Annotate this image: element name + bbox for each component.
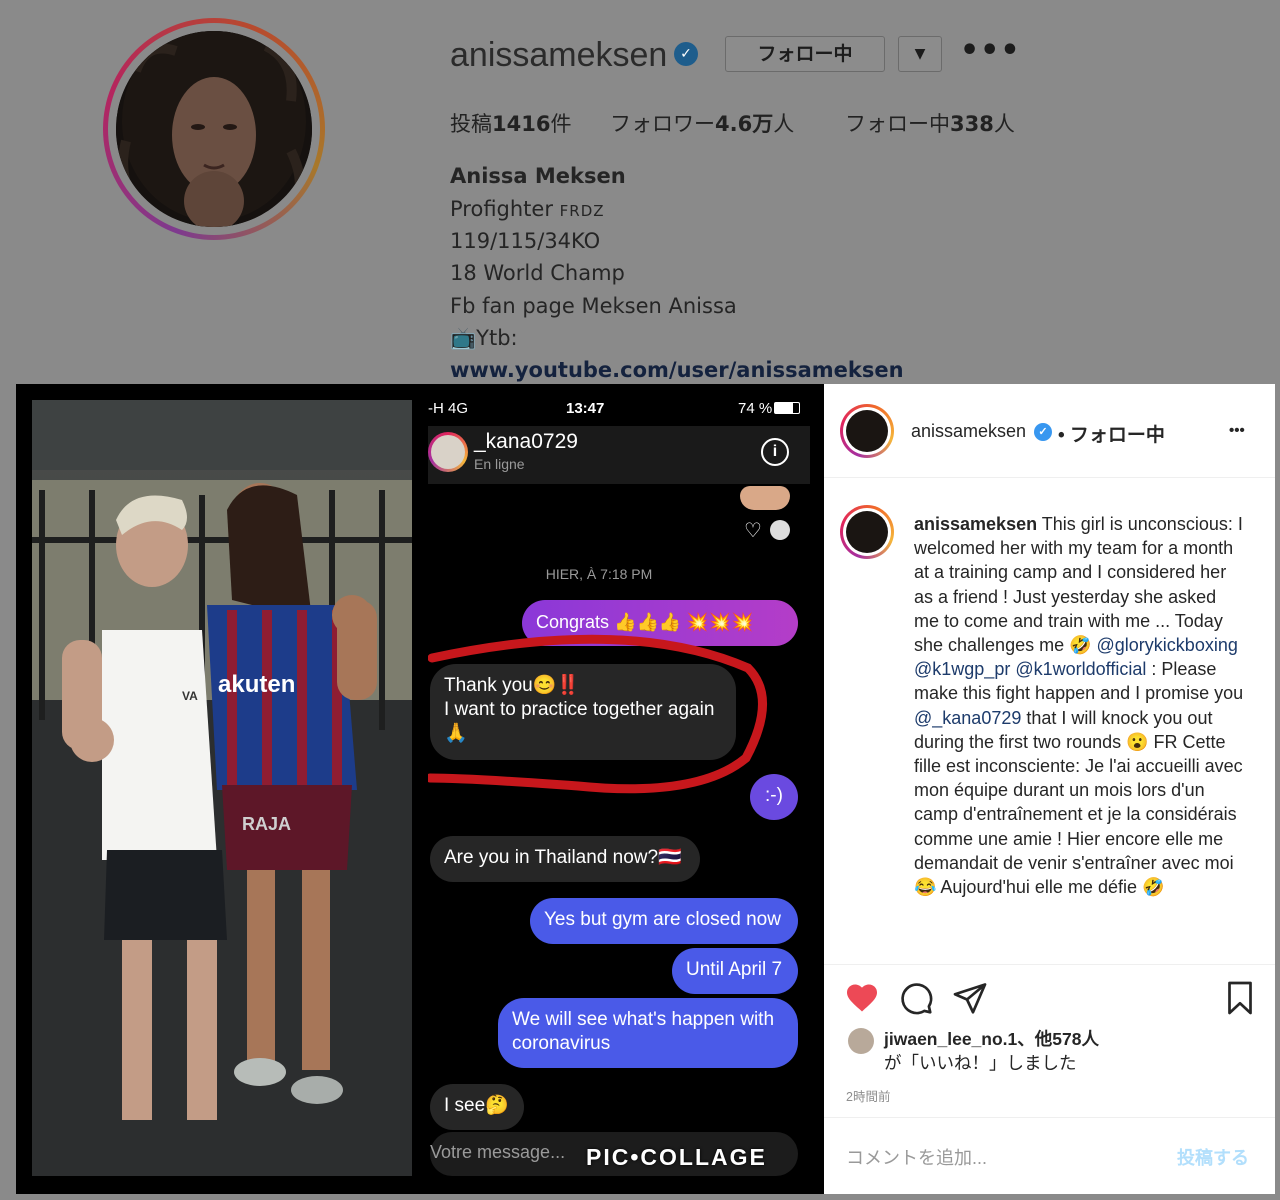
caption-text-segment: that I will knock you out during the fir… [914, 707, 1243, 898]
followers-count[interactable]: フォロワー4.6万人 [610, 108, 794, 138]
chevron-down-icon: ▼ [914, 46, 926, 62]
message-coronavirus: We will see what's happen with coronavir… [498, 998, 798, 1068]
caption-mention-link[interactable]: @glorykickboxing [1097, 635, 1238, 655]
suggestions-dropdown-button[interactable]: ▼ [898, 36, 942, 72]
heart-filled-icon[interactable] [844, 980, 880, 1016]
bio-website-link[interactable]: www.youtube.com/user/anissameksen [450, 358, 904, 382]
following-button[interactable]: フォロー中 [725, 36, 885, 72]
profile-photo [116, 31, 312, 227]
message-gym-closed: Yes but gym are closed now [530, 898, 798, 944]
gym-photo: akuten RAJA VA [32, 400, 412, 1176]
bio-line-3: 18 World Champ [450, 261, 625, 285]
info-icon[interactable]: i [761, 438, 789, 466]
composer-input[interactable]: Votre message... [430, 1142, 565, 1163]
posts-count: 投稿1416件 [450, 112, 572, 136]
chat-header: _kana0729 En ligne i [428, 426, 810, 484]
shorts-text: RAJA [242, 814, 291, 834]
date-separator: HIER, À 7:18 PM [545, 566, 653, 582]
like-heart-icon[interactable]: ♡ [744, 518, 762, 543]
comment-input[interactable]: コメントを追加... [846, 1144, 987, 1170]
bookmark-icon[interactable] [1222, 980, 1258, 1016]
status-bar: -H 4G 13:47 74 % [428, 400, 810, 426]
caption-username[interactable]: anissameksen [914, 514, 1037, 534]
post-author-avatar[interactable] [840, 404, 894, 458]
battery-icon [774, 402, 800, 414]
pic-collage-watermark: PIC•COLLAGE [586, 1144, 767, 1170]
message-until-april: Until April 7 [672, 948, 798, 994]
post-caption: anissameksen This girl is unconscious: I… [914, 512, 1244, 960]
caption-mention-link[interactable]: @k1worldofficial [1015, 659, 1146, 679]
contact-status: En ligne [474, 456, 525, 472]
tv-icon: 📺 [450, 326, 477, 350]
post-side-panel: anissameksen ✓ • フォロー中 ••• anissameksen … [824, 384, 1275, 1194]
post-comment-button[interactable]: 投稿する [1177, 1144, 1249, 1170]
shirt-brand-text: akuten [218, 671, 295, 698]
bio-line-4: Fb fan page Meksen Anissa [450, 294, 737, 318]
profile-avatar[interactable] [103, 18, 325, 240]
caption-text-segment: This girl is unconscious: I welcomed her… [914, 514, 1243, 656]
profile-username: anissameksen [450, 36, 668, 74]
tank-logo-text: VA [182, 689, 198, 703]
post-media: akuten RAJA VA -H 4G 13:47 74 % _kana072… [16, 384, 824, 1194]
post-header-username[interactable]: anissameksen [911, 421, 1026, 442]
bio-line-1: Profighter FRDZ [450, 197, 605, 221]
share-icon[interactable] [952, 980, 988, 1016]
post-modal: akuten RAJA VA -H 4G 13:47 74 % _kana072… [16, 384, 1275, 1194]
message-smiley: :-) [750, 774, 798, 820]
message-i-see: I see🤔 [430, 1084, 524, 1130]
bio-line-5: 📺Ytb: [450, 326, 518, 350]
bio-line-2: 119/115/34KO [450, 229, 601, 253]
message-thailand: Are you in Thailand now?🇹🇭 [430, 836, 700, 882]
caption-mention-link[interactable]: @k1wgp_pr [914, 659, 1010, 679]
post-time-ago[interactable]: 2時間前 [846, 1086, 890, 1105]
liker-avatar[interactable] [848, 1028, 874, 1054]
contact-avatar[interactable] [428, 432, 468, 472]
verified-badge-icon: ✓ [1034, 423, 1052, 441]
comment-icon[interactable] [898, 980, 934, 1016]
likes-summary[interactable]: jiwaen_lee_no.1、他578人 が「いいね！」しました [884, 1027, 1099, 1075]
profile-more-options-icon[interactable]: ••• [960, 36, 1021, 66]
caption-text: This girl is unconscious: I welcomed her… [914, 514, 1243, 897]
caption-mention-link[interactable]: @_kana0729 [914, 708, 1021, 728]
caption-author-avatar[interactable] [840, 505, 894, 559]
following-count[interactable]: フォロー中338人 [845, 108, 1015, 138]
profile-full-name: Anissa Meksen [450, 164, 626, 188]
seen-avatar [770, 520, 790, 540]
verified-badge-icon: ✓ [674, 42, 698, 66]
post-header-follow-status[interactable]: • フォロー中 [1058, 420, 1165, 447]
reaction-row [740, 486, 790, 510]
dm-screenshot: -H 4G 13:47 74 % _kana0729 En ligne i ♡ … [428, 400, 810, 1176]
contact-name: _kana0729 [474, 430, 578, 453]
post-more-options-icon[interactable]: ••• [1229, 422, 1245, 439]
